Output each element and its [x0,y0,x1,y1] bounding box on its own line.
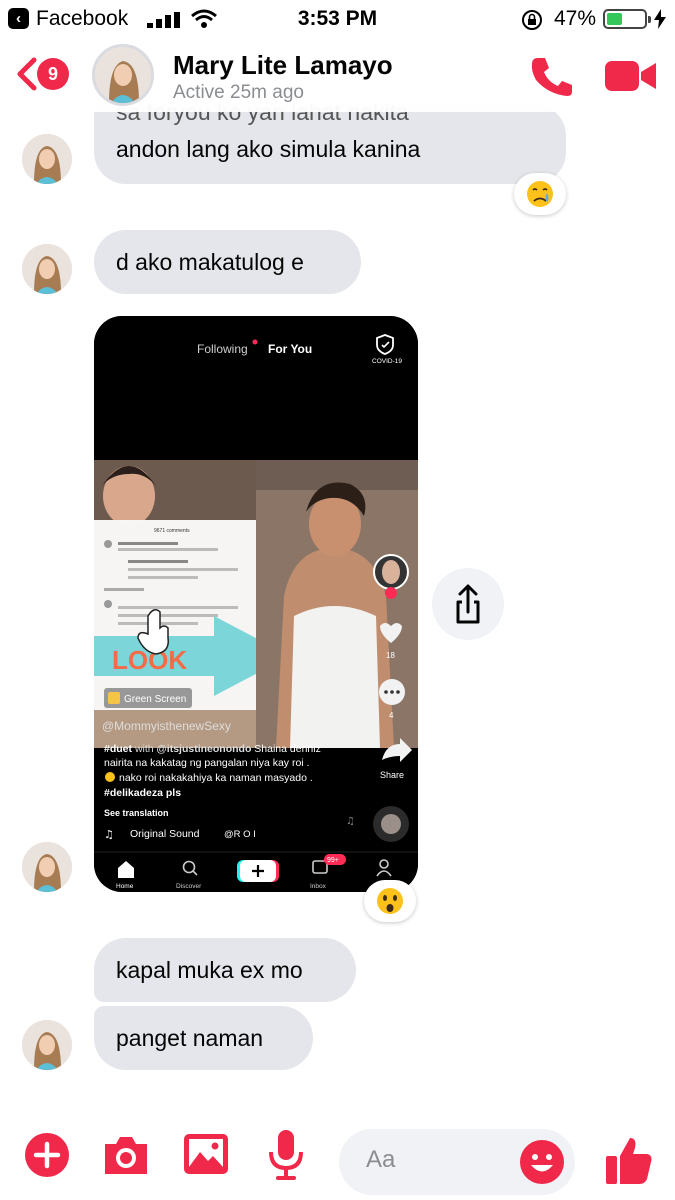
emoji-icon [520,1140,564,1184]
nav-home: Home [116,883,134,890]
nav-inbox: Inbox [310,883,327,890]
like-count: 18 [386,651,395,660]
video-camera-icon [605,61,656,91]
caption-line-3: nako roi nakakahiya ka naman masyado . [119,772,313,784]
caption-line-2: nairita na kakatag ng pangalan niya kay … [104,757,309,769]
video-call-button[interactable] [604,58,658,94]
message-bubble[interactable]: panget naman [94,1006,313,1070]
sender-avatar[interactable] [22,134,72,184]
share-button[interactable] [432,568,504,640]
sender-avatar[interactable] [22,244,72,294]
message-text-line: andon lang ako simula kanina [116,136,421,162]
status-bar: ‹ Facebook 3:53 PM 47% [0,0,675,38]
message-text: kapal muka ex mo [116,957,303,983]
svg-text:♫: ♫ [346,816,355,827]
sender-avatar[interactable] [22,842,72,892]
message-input-placeholder: Aa [366,1146,396,1173]
contact-avatar[interactable] [92,44,154,106]
nav-discover: Discover [176,883,202,890]
message-bubble[interactable]: sa foryou ko yan lahat nakita andon lang… [94,104,566,184]
tiktok-screenshot: Following For You COVID-19 9671 comments [94,316,418,892]
sound-author: @R O I [224,829,256,840]
message-text: d ako makatulog e [116,249,304,275]
green-screen-label: Green Screen [124,694,186,705]
message-input[interactable]: Aa [339,1129,575,1195]
comments-count: 9671 comments [154,528,190,534]
microphone-icon [269,1130,303,1180]
messenger-chat-screen: ‹ Facebook 3:53 PM 47% 9 Mary Lite Lamay… [0,0,675,1200]
sender-avatar[interactable] [22,1020,72,1070]
svg-text:♫: ♫ [104,828,114,841]
camera-button[interactable] [101,1130,153,1182]
battery-icon [603,9,651,29]
photo-icon [184,1134,228,1174]
voice-message-button[interactable] [262,1128,314,1180]
battery-percent: 47% [554,7,597,30]
shared-image[interactable]: Following For You COVID-19 9671 comments [94,316,418,892]
voice-call-button[interactable] [528,54,574,98]
astonished-face-emoji-icon [377,888,403,914]
comment-count: 4 [389,711,394,720]
active-status: Active 25m ago [173,82,304,103]
gallery-button[interactable] [182,1130,234,1182]
conversation-header: 9 Mary Lite Lamayo Active 25m ago [0,38,675,112]
unread-count-badge: 9 [37,58,69,90]
message-bubble[interactable]: d ako makatulog e [94,230,361,294]
charging-bolt-icon [654,9,666,29]
message-text: panget naman [116,1025,264,1051]
orientation-lock-icon [522,10,542,30]
phone-icon [531,58,572,96]
caption-line-4: #delikadeza pls [104,787,181,799]
handle-overlay: @MommyisthenewSexy [102,719,231,733]
message-bubble[interactable]: kapal muka ex mo [94,938,356,1002]
tiktok-tab-following: Following [197,342,248,356]
share-label: Share [380,770,404,780]
caption-line-1: #duet with @itsjustineonondo Shaina denn… [104,743,321,755]
covid-label: COVID-19 [372,358,402,365]
emoji-button[interactable] [518,1138,566,1186]
inbox-badge: 99+ [327,857,339,864]
crying-face-emoji-icon [527,181,553,207]
more-actions-button[interactable] [22,1130,74,1182]
thumbs-up-icon [606,1138,652,1184]
contact-name[interactable]: Mary Lite Lamayo [173,50,393,81]
share-icon [456,584,480,624]
tiktok-tab-for-you: For You [268,342,312,356]
plus-circle-icon [25,1133,69,1177]
sound-label: Original Sound [130,828,200,840]
see-translation: See translation [104,808,169,818]
message-composer: Aa [0,1110,675,1200]
send-like-button[interactable] [604,1134,654,1186]
message-reaction[interactable] [364,880,416,922]
message-reaction[interactable] [514,173,566,215]
camera-icon [105,1137,147,1174]
